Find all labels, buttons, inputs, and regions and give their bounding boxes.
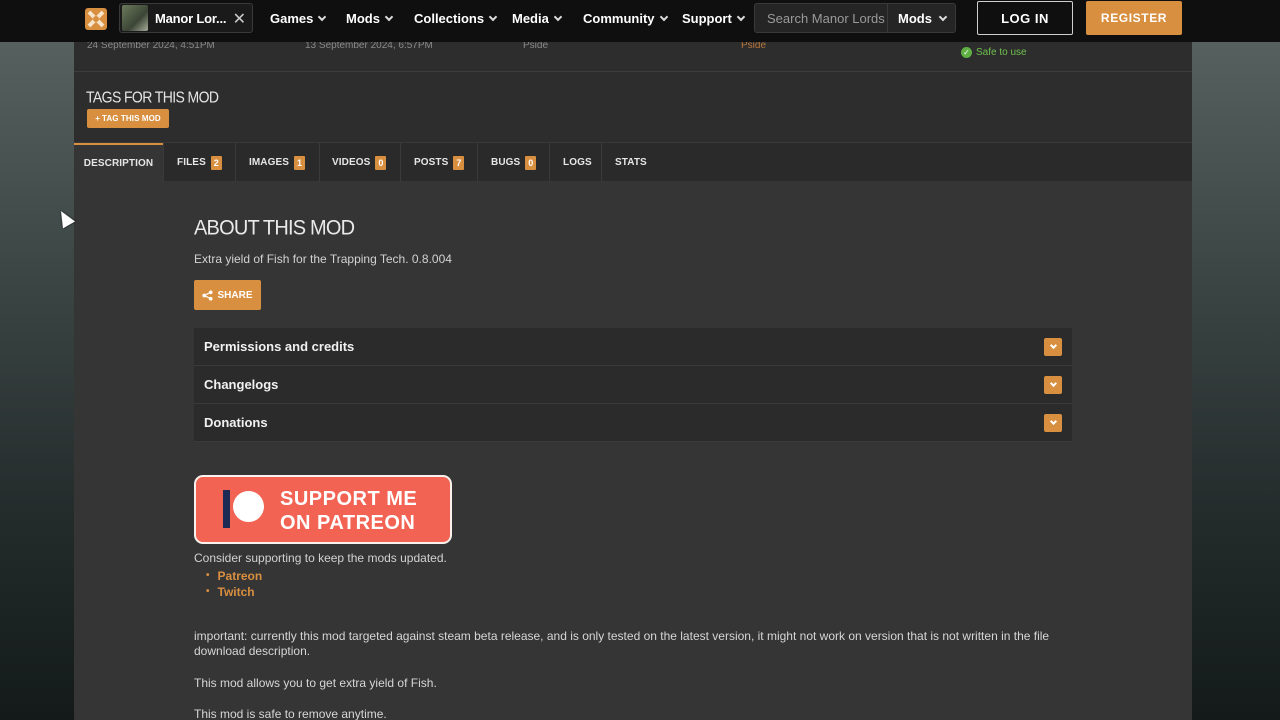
share-icon	[202, 289, 214, 301]
tab-count: 2	[210, 155, 222, 170]
search-scope-select[interactable]: Mods	[887, 4, 955, 32]
plus-icon: +	[95, 114, 100, 123]
chevron-down-icon	[659, 12, 668, 22]
search-scope-label: Mods	[898, 10, 932, 26]
search-box: Mods	[754, 3, 956, 33]
expand-toggle[interactable]	[1044, 414, 1062, 432]
tab-bugs[interactable]: BUGS 0	[491, 143, 537, 182]
nav-collections[interactable]: Collections	[414, 11, 498, 26]
top-nav: Manor Lor... ✕ Games Mods Collections Me…	[0, 0, 1280, 42]
background-right	[1192, 42, 1280, 720]
close-icon[interactable]: ✕	[233, 9, 246, 29]
chevron-down-icon	[488, 12, 498, 22]
accordion-label: Donations	[204, 415, 268, 430]
virus-scan-status: ✓ Safe to use	[961, 47, 1027, 58]
expand-toggle[interactable]	[1044, 376, 1062, 394]
tab-label: BUGS	[491, 157, 521, 168]
twitch-link[interactable]: Twitch	[206, 584, 262, 600]
patreon-logo-bar	[223, 490, 230, 528]
chevron-down-icon	[318, 12, 327, 22]
tab-images[interactable]: IMAGES 1	[249, 143, 306, 182]
register-button[interactable]: REGISTER	[1086, 1, 1182, 35]
nav-community[interactable]: Community	[583, 11, 668, 26]
tag-button-label: TAG THIS MOD	[101, 114, 161, 123]
tab-description[interactable]: DESCRIPTION	[74, 143, 163, 182]
description-line: This mod is safe to remove anytime.	[194, 707, 387, 720]
search-input[interactable]	[767, 10, 902, 26]
nav-games[interactable]: Games	[270, 11, 327, 26]
tab-files[interactable]: FILES 2	[177, 143, 222, 182]
nav-mods[interactable]: Mods	[346, 11, 394, 26]
chevron-down-icon	[1049, 379, 1057, 388]
chevron-down-icon	[736, 12, 746, 22]
nav-collections-label: Collections	[414, 11, 485, 26]
tab-count: 1	[294, 155, 306, 170]
tab-label: POSTS	[414, 157, 449, 168]
patreon-link[interactable]: Patreon	[206, 568, 263, 584]
tab-posts[interactable]: POSTS 7	[414, 143, 465, 182]
tag-this-mod-button[interactable]: + TAG THIS MOD	[87, 109, 169, 128]
nav-media[interactable]: Media	[512, 11, 563, 26]
patreon-logo-circle	[233, 491, 264, 522]
nav-games-label: Games	[270, 11, 314, 26]
tab-label: LOGS	[563, 157, 592, 168]
link-label: Patreon	[217, 569, 263, 583]
game-name: Manor Lor...	[155, 10, 227, 26]
support-links: Patreon Twitch	[206, 568, 263, 600]
nav-media-label: Media	[512, 11, 549, 26]
mod-meta-strip: 24 September 2024, 4:51PM 13 September 2…	[74, 40, 1192, 72]
accordion-changelogs[interactable]: Changelogs	[194, 366, 1072, 404]
tags-section: TAGS FOR THIS MOD + TAG THIS MOD	[74, 72, 1192, 142]
tags-title: TAGS FOR THIS MOD	[86, 88, 219, 106]
game-thumbnail	[122, 5, 148, 31]
chevron-down-icon	[384, 12, 394, 22]
tab-label: VIDEOS	[332, 157, 371, 168]
chevron-down-icon	[938, 12, 948, 21]
patreon-line2: ON PATREON	[280, 512, 416, 534]
game-selector[interactable]: Manor Lor... ✕	[119, 3, 253, 33]
tab-label: STATS	[615, 157, 647, 168]
about-title: ABOUT THIS MOD	[194, 216, 355, 240]
check-icon: ✓	[961, 47, 972, 58]
link-label: Twitch	[217, 585, 255, 599]
patreon-line1: SUPPORT ME	[280, 488, 418, 510]
login-button[interactable]: LOG IN	[977, 1, 1073, 35]
chevron-down-icon	[553, 12, 563, 22]
nexus-logo-icon[interactable]	[85, 8, 107, 30]
accordion-donations[interactable]: Donations	[194, 404, 1072, 442]
consider-text: Consider supporting to keep the mods upd…	[194, 551, 447, 565]
tab-count: 0	[375, 155, 387, 170]
tab-logs[interactable]: LOGS	[563, 143, 592, 182]
expand-toggle[interactable]	[1044, 338, 1062, 356]
tab-stats[interactable]: STATS	[615, 143, 647, 182]
tab-count: 7	[453, 155, 465, 170]
chevron-down-icon	[1049, 341, 1057, 350]
about-summary: Extra yield of Fish for the Trapping Tec…	[194, 252, 452, 266]
tab-count: 0	[525, 155, 537, 170]
description-line: This mod allows you to get extra yield o…	[194, 676, 437, 690]
important-note: important: currently this mod targeted a…	[194, 629, 1050, 658]
virus-scan-label: Safe to use	[976, 47, 1027, 58]
share-label: SHARE	[217, 289, 253, 301]
chevron-down-icon	[1049, 417, 1057, 426]
accordion-label: Changelogs	[204, 377, 279, 392]
tab-label: DESCRIPTION	[83, 158, 154, 169]
tab-videos[interactable]: VIDEOS 0	[332, 143, 387, 182]
nav-community-label: Community	[583, 11, 655, 26]
nav-mods-label: Mods	[346, 11, 380, 26]
patreon-text: SUPPORT ME ON PATREON	[280, 487, 417, 535]
accordion-label: Permissions and credits	[204, 339, 355, 354]
mod-tabs: DESCRIPTION FILES 2 IMAGES 1 VIDEOS 0 PO…	[74, 142, 1192, 182]
nav-support[interactable]: Support	[682, 11, 746, 26]
mod-page-panel: 24 September 2024, 4:51PM 13 September 2…	[74, 40, 1192, 720]
share-button[interactable]: SHARE	[194, 280, 261, 310]
accordion: Permissions and credits Changelogs Donat…	[194, 328, 1072, 442]
tab-label: IMAGES	[249, 157, 290, 168]
background-left	[0, 42, 74, 720]
patreon-banner[interactable]: SUPPORT ME ON PATREON	[194, 475, 452, 544]
accordion-permissions[interactable]: Permissions and credits	[194, 328, 1072, 366]
nav-support-label: Support	[682, 11, 732, 26]
tab-label: FILES	[177, 157, 206, 168]
